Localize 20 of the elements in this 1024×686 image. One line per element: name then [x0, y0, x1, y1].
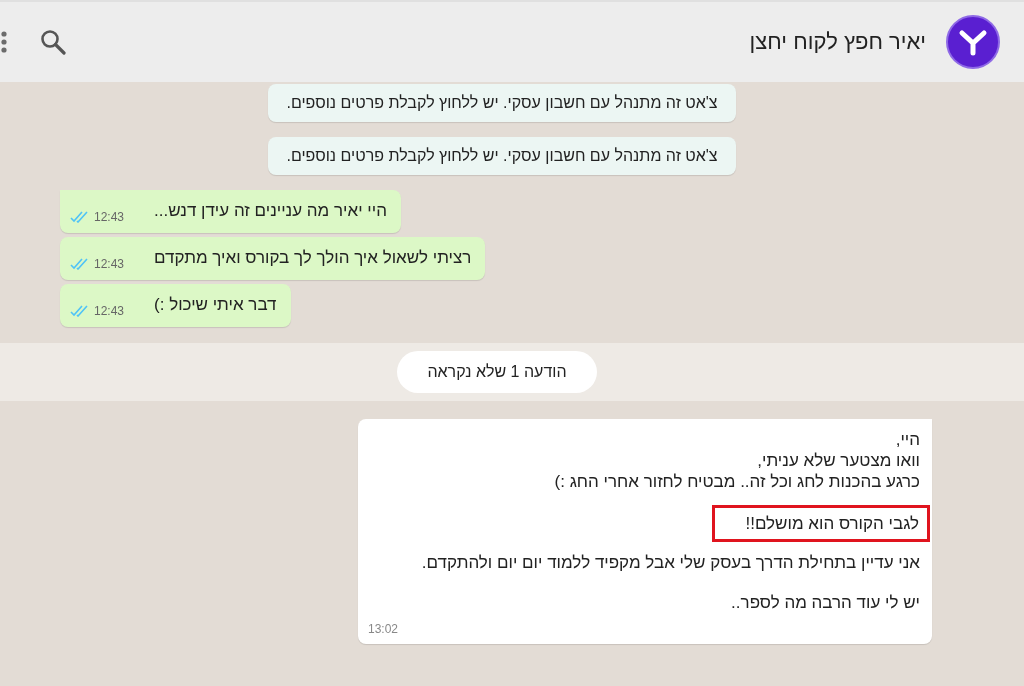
contact-name[interactable]: יאיר חפץ לקוח יחצן	[749, 29, 926, 55]
menu-icon[interactable]	[0, 30, 8, 54]
message-text: רציתי לשאול איך הולך לך בקורס ואיך מתקדם	[154, 248, 472, 268]
message-line: אני עדיין בתחילת הדרך בעסק שלי אבל מקפיד ללמוד יום יום ולהתקדם.	[421, 552, 920, 573]
message-line: כרגע בהכנות לחג וכל זה.. מבטיח לחזור אחרי החג :)	[554, 471, 920, 492]
avatar-icon[interactable]	[946, 15, 1000, 69]
message-time: 12:43	[94, 210, 125, 224]
message-text: דבר איתי שיכול :)	[154, 295, 277, 315]
message-line: וואו מצטער שלא עניתי,	[757, 450, 920, 471]
system-message[interactable]: צ'אט זה מתנהל עם חשבון עסקי. יש ללחוץ לקבלת פרטים נוספים.	[268, 137, 736, 175]
system-message[interactable]: צ'אט זה מתנהל עם חשבון עסקי. יש ללחוץ לקבלת פרטים נוספים.	[268, 84, 736, 122]
search-icon[interactable]	[40, 29, 66, 55]
unread-banner: הודעה 1 שלא נקראה	[397, 351, 597, 393]
message-time: 12:43	[94, 257, 125, 271]
message-text: היי יאיר מה עניינים זה עידן דנש...	[154, 201, 387, 221]
message-time: 13:02	[368, 622, 399, 636]
message-time: 12:43	[94, 304, 125, 318]
message-line: היי,	[895, 429, 920, 450]
message-line: לגבי הקורס הוא מושלם!!	[745, 513, 919, 534]
message-line: יש לי עוד הרבה מה לספר..	[731, 592, 920, 613]
